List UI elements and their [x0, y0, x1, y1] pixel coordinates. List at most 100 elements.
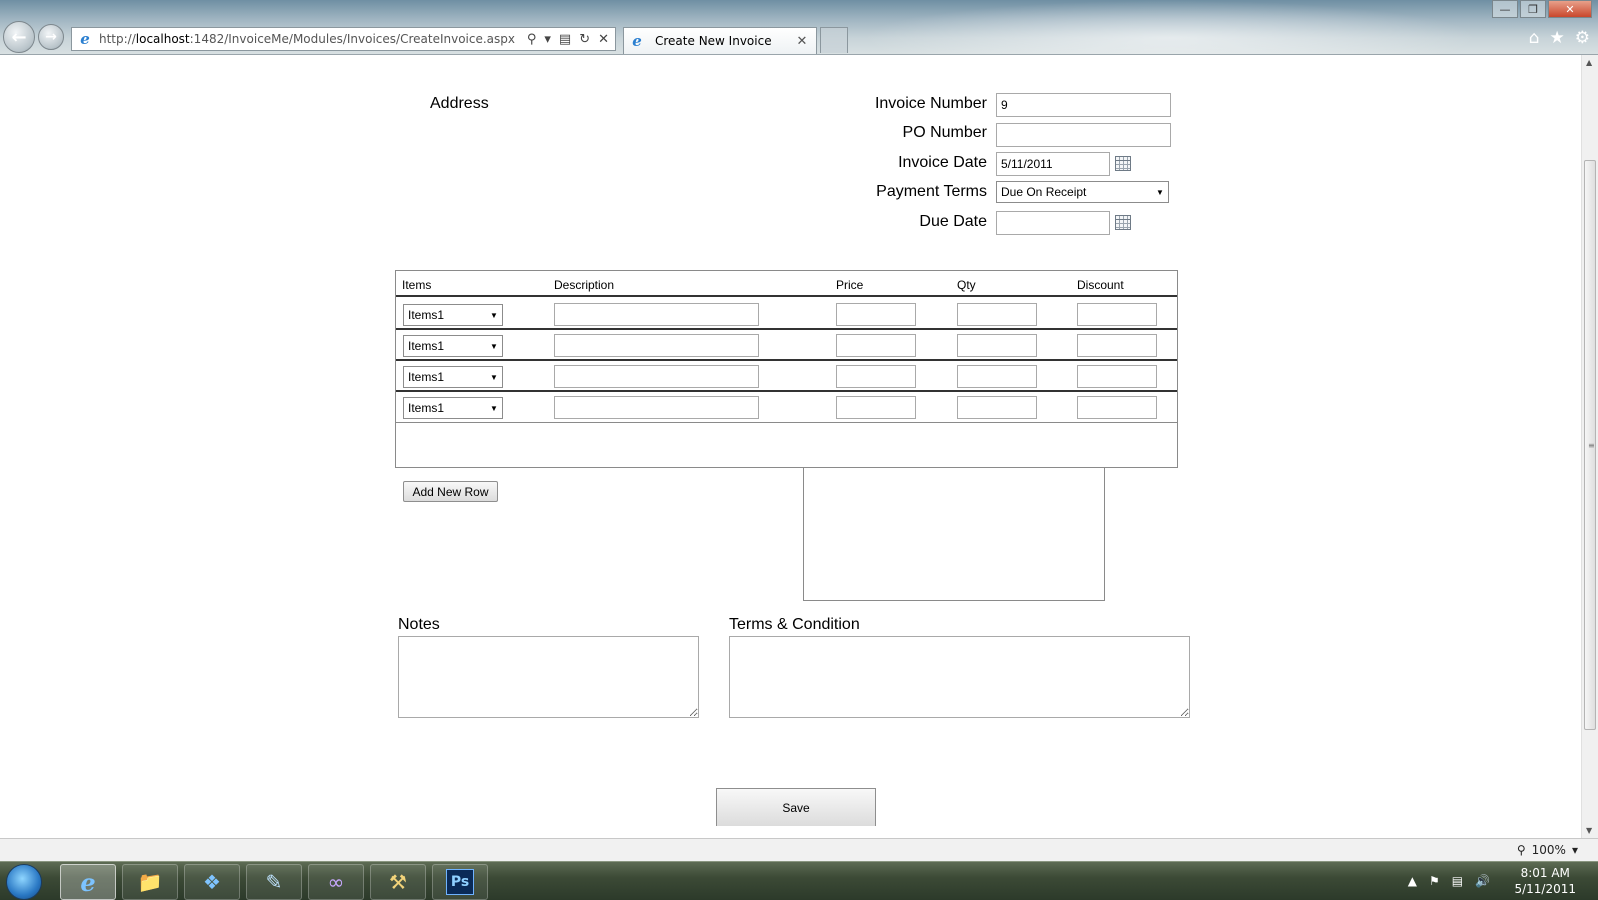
stop-icon[interactable]: ✕	[598, 32, 609, 47]
zoom-control[interactable]: ⚲ 100% ▾	[1517, 843, 1578, 857]
discount-input[interactable]	[1077, 303, 1157, 326]
column-header-qty: Qty	[957, 278, 976, 292]
invoice-date-input[interactable]	[996, 152, 1110, 176]
price-input[interactable]	[836, 365, 916, 388]
vertical-scrollbar[interactable]: ▲ ≡ ▼	[1581, 55, 1598, 838]
column-header-price: Price	[836, 278, 864, 292]
item-value: Items1	[408, 308, 445, 322]
ie-page-icon: e	[80, 30, 90, 48]
search-icon[interactable]: ⚲	[527, 32, 537, 47]
internet-explorer-icon: e	[80, 867, 96, 897]
scrollbar-thumb[interactable]: ≡	[1584, 160, 1596, 730]
po-number-label: PO Number	[902, 124, 987, 141]
description-input[interactable]	[554, 365, 759, 388]
address-bar[interactable]: e http://localhost:1482/InvoiceMe/Module…	[71, 27, 616, 51]
forward-button[interactable]: →	[38, 24, 64, 50]
taskbar-photoshop[interactable]: Ps	[432, 864, 488, 900]
ie-tab-icon: e	[632, 32, 642, 50]
new-tab-button[interactable]	[820, 27, 848, 53]
status-bar: ⚲ 100% ▾	[0, 838, 1598, 861]
column-header-items: Items	[402, 278, 432, 292]
item-select[interactable]: Items1 ▼	[403, 397, 503, 419]
url-prefix: http://	[99, 32, 136, 46]
qty-input[interactable]	[957, 303, 1037, 326]
chevron-down-icon: ▼	[490, 310, 498, 320]
show-hidden-icons-icon[interactable]: ▲	[1408, 874, 1417, 888]
scroll-down-icon[interactable]: ▼	[1586, 826, 1592, 835]
favorites-star-icon[interactable]: ★	[1550, 28, 1565, 48]
notepad-icon: ✎	[265, 870, 283, 894]
taskbar-visual-studio[interactable]: ∞	[308, 864, 364, 900]
compatibility-view-icon[interactable]: ▤	[559, 32, 571, 47]
save-button[interactable]: Save	[716, 788, 876, 826]
zoom-icon: ⚲	[1516, 843, 1526, 857]
price-input[interactable]	[836, 396, 916, 419]
window-background	[860, 0, 1480, 54]
item-value: Items1	[408, 401, 445, 415]
chevron-down-icon: ▼	[490, 403, 498, 413]
minimize-button[interactable]: —	[1492, 0, 1518, 18]
qty-input[interactable]	[957, 396, 1037, 419]
tab-create-new-invoice[interactable]: e Create New Invoice ✕	[623, 27, 817, 54]
chevron-down-icon[interactable]: ▾	[1572, 843, 1578, 857]
notes-textarea[interactable]	[398, 636, 699, 718]
folder-icon: 📁	[137, 870, 163, 894]
scroll-grip-icon: ≡	[1588, 441, 1595, 450]
taskbar-dropbox[interactable]: ❖	[184, 864, 240, 900]
discount-input[interactable]	[1077, 396, 1157, 419]
taskbar-clock[interactable]: 8:01 AM 5/11/2011	[1514, 865, 1576, 897]
po-number-input[interactable]	[996, 123, 1171, 147]
item-select[interactable]: Items1 ▼	[403, 304, 503, 326]
add-new-row-button[interactable]: Add New Row	[403, 481, 498, 502]
qty-input[interactable]	[957, 365, 1037, 388]
windows-taskbar: e 📁 ❖ ✎ ∞ ⚒ Ps ▲ ⚑ ▤ 🔊 8:01 AM 5/11/2011	[0, 861, 1598, 900]
qty-input[interactable]	[957, 334, 1037, 357]
discount-input[interactable]	[1077, 365, 1157, 388]
url-host: localhost	[135, 32, 190, 46]
back-button[interactable]: ←	[3, 21, 35, 53]
taskbar-explorer[interactable]: 📁	[122, 864, 178, 900]
item-select[interactable]: Items1 ▼	[403, 366, 503, 388]
chevron-down-icon: ▼	[1156, 187, 1164, 197]
browser-chrome: ← → e http://localhost:1482/InvoiceMe/Mo…	[0, 0, 1598, 55]
due-date-input[interactable]	[996, 211, 1110, 235]
price-input[interactable]	[836, 334, 916, 357]
terms-label: Terms & Condition	[729, 616, 860, 633]
table-row: Items1 ▼	[396, 330, 1177, 361]
item-select[interactable]: Items1 ▼	[403, 335, 503, 357]
taskbar-tools[interactable]: ⚒	[370, 864, 426, 900]
dropdown-arrow-icon[interactable]: ▾	[544, 32, 551, 47]
description-input[interactable]	[554, 334, 759, 357]
chevron-down-icon: ▼	[490, 372, 498, 382]
invoice-date-calendar-icon[interactable]	[1115, 156, 1131, 171]
url-text[interactable]: http://localhost:1482/InvoiceMe/Modules/…	[99, 32, 527, 46]
volume-icon[interactable]: 🔊	[1475, 874, 1490, 888]
taskbar-notepad[interactable]: ✎	[246, 864, 302, 900]
network-icon[interactable]: ▤	[1452, 874, 1463, 888]
terms-textarea[interactable]	[729, 636, 1190, 718]
invoice-number-input[interactable]	[996, 93, 1171, 117]
zoom-level: 100%	[1531, 843, 1566, 857]
column-header-discount: Discount	[1077, 278, 1124, 292]
tab-title: Create New Invoice	[655, 34, 772, 48]
home-icon[interactable]: ⌂	[1529, 28, 1540, 48]
scroll-up-icon[interactable]: ▲	[1586, 58, 1592, 67]
tab-close-icon[interactable]: ✕	[794, 34, 810, 49]
price-input[interactable]	[836, 303, 916, 326]
refresh-icon[interactable]: ↻	[579, 32, 590, 47]
invoice-number-label: Invoice Number	[874, 95, 987, 112]
clock-time: 8:01 AM	[1520, 866, 1570, 880]
restore-button[interactable]: ❐	[1520, 0, 1546, 18]
taskbar-internet-explorer[interactable]: e	[60, 864, 116, 900]
gear-icon[interactable]: ⚙	[1575, 28, 1590, 48]
due-date-calendar-icon[interactable]	[1115, 215, 1131, 230]
payment-terms-select[interactable]: Due On Receipt ▼	[996, 181, 1169, 203]
chevron-down-icon: ▼	[490, 341, 498, 351]
action-center-flag-icon[interactable]: ⚑	[1429, 874, 1440, 888]
description-input[interactable]	[554, 303, 759, 326]
discount-input[interactable]	[1077, 334, 1157, 357]
close-window-button[interactable]: ✕	[1548, 0, 1592, 18]
description-input[interactable]	[554, 396, 759, 419]
start-button[interactable]	[6, 864, 42, 900]
dropbox-icon: ❖	[203, 870, 221, 894]
